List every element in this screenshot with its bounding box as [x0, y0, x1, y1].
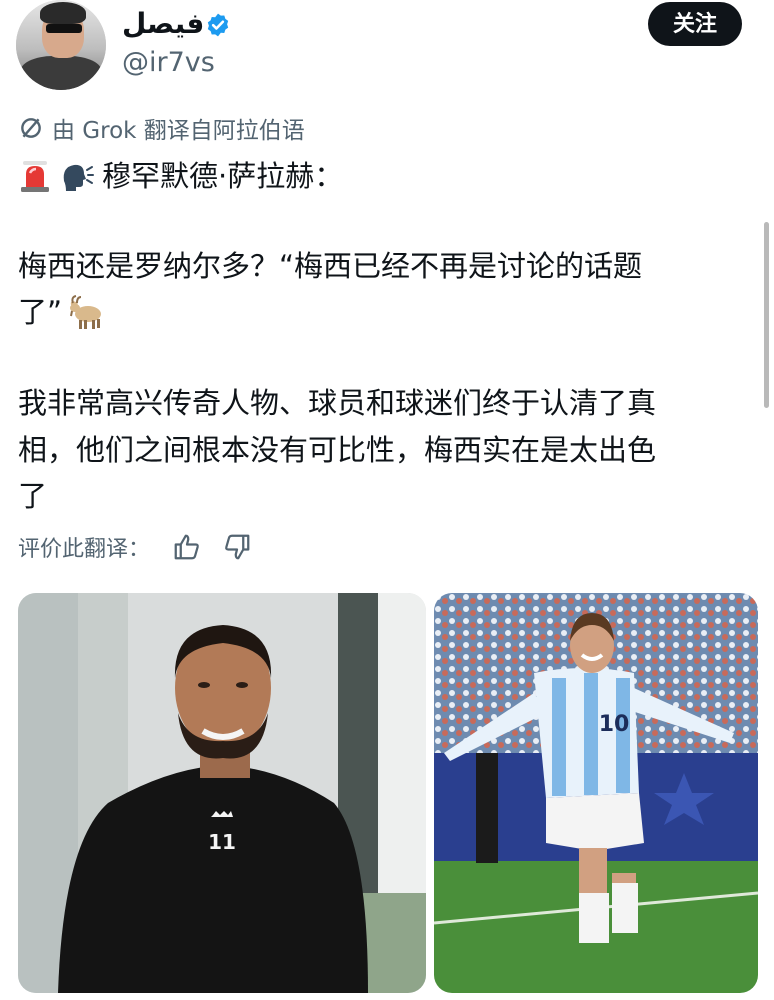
rate-translation-label: 评价此翻译： [18, 537, 151, 562]
thumbs-down-icon[interactable] [222, 532, 252, 562]
verified-badge-icon [207, 13, 229, 37]
rate-translation-row: 评价此翻译： [18, 530, 252, 564]
tweet-line-5: 相，他们之间根本没有可比性，梅西实在是太出色 [18, 433, 657, 467]
tweet-line-3-text: 了” [18, 295, 63, 329]
follow-button[interactable]: 关注 [648, 2, 742, 46]
police-light-emoji [21, 161, 49, 192]
tweet-line-2: 梅西还是罗纳尔多？“梅西已经不再是讨论的话题 [18, 249, 643, 283]
tweet-line-6: 了 [18, 479, 48, 513]
goat-emoji [70, 295, 102, 329]
salah-photo: 11 [18, 593, 426, 993]
translation-note-label: 由 Grok 翻译自阿拉伯语 [52, 118, 305, 144]
scrollbar-thumb[interactable] [764, 222, 769, 408]
author-handle[interactable]: @ir7vs [122, 46, 215, 80]
author-avatar[interactable] [16, 0, 106, 90]
left-shirt-number: 11 [208, 830, 236, 854]
author-display-name[interactable]: فيصل [122, 6, 204, 42]
media-image-right[interactable]: 10 [434, 593, 758, 993]
tweet-line-3: 了” [18, 289, 114, 335]
thumbs-up-icon[interactable] [172, 532, 202, 562]
translation-note: 由 Grok 翻译自阿拉伯语 [18, 112, 305, 144]
right-shirt-number: 10 [599, 712, 630, 737]
media-image-left[interactable]: 11 [18, 593, 426, 993]
tweet-line-4: 我非常高兴传奇人物、球员和球迷们终于认清了真 [18, 386, 657, 420]
translate-icon [21, 118, 41, 138]
tweet-speaker-line: 穆罕默德·萨拉赫： [18, 153, 343, 199]
messi-photo: 10 [434, 593, 758, 993]
tweet-speaker: 穆罕默德·萨拉赫： [102, 159, 344, 193]
speaking-head-emoji [63, 164, 94, 191]
